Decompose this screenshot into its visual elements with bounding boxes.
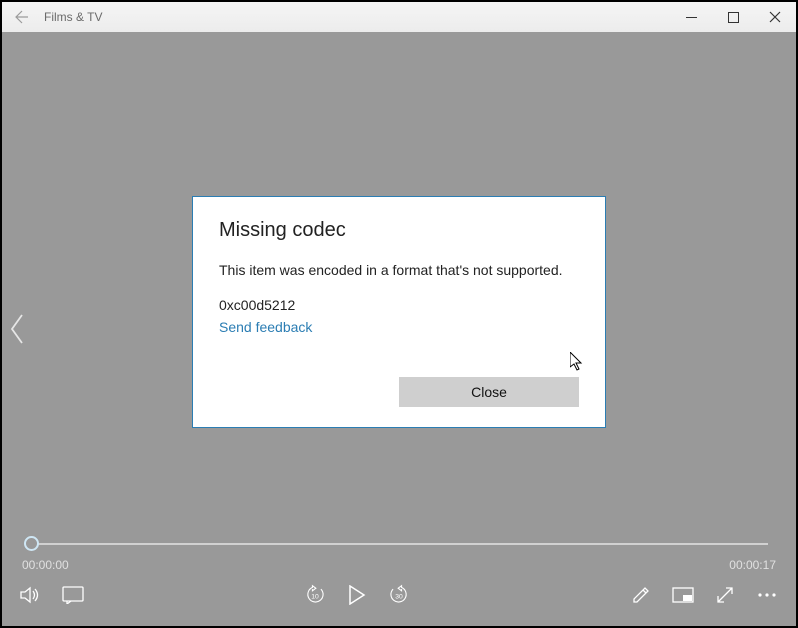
minimize-button[interactable] [670, 2, 712, 32]
dialog-error-code: 0xc00d5212 [219, 297, 579, 313]
send-feedback-link[interactable]: Send feedback [219, 319, 579, 335]
titlebar-controls [670, 2, 796, 32]
seek-handle[interactable] [24, 536, 39, 551]
error-dialog: Missing codec This item was encoded in a… [192, 196, 606, 428]
play-button[interactable] [346, 584, 368, 606]
skip-forward-button[interactable]: 30 [388, 584, 410, 606]
dialog-message: This item was encoded in a format that's… [219, 260, 579, 281]
dialog-close-button[interactable]: Close [399, 377, 579, 407]
fullscreen-button[interactable] [714, 584, 736, 606]
back-button[interactable] [12, 7, 32, 27]
video-area: Missing codec This item was encoded in a… [2, 32, 796, 626]
mini-view-button[interactable] [672, 584, 694, 606]
more-options-button[interactable] [756, 584, 778, 606]
skip-back-button[interactable]: 10 [304, 584, 326, 606]
titlebar: Films & TV [2, 2, 796, 32]
app-title: Films & TV [44, 10, 102, 24]
subtitles-button[interactable] [62, 584, 84, 606]
seek-bar[interactable] [20, 534, 778, 554]
duration-label: 00:00:17 [729, 558, 776, 572]
volume-button[interactable] [20, 584, 42, 606]
player-controls-area: 00:00:00 00:00:17 [2, 528, 796, 626]
current-time-label: 00:00:00 [22, 558, 69, 572]
close-window-button[interactable] [754, 2, 796, 32]
skip-back-seconds: 10 [311, 593, 319, 600]
cursor-icon [570, 352, 586, 372]
previous-overlay-button[interactable] [8, 313, 26, 345]
seek-track [30, 543, 768, 545]
dialog-title: Missing codec [219, 219, 579, 242]
skip-forward-seconds: 30 [395, 593, 403, 600]
maximize-button[interactable] [712, 2, 754, 32]
edit-button[interactable] [630, 584, 652, 606]
